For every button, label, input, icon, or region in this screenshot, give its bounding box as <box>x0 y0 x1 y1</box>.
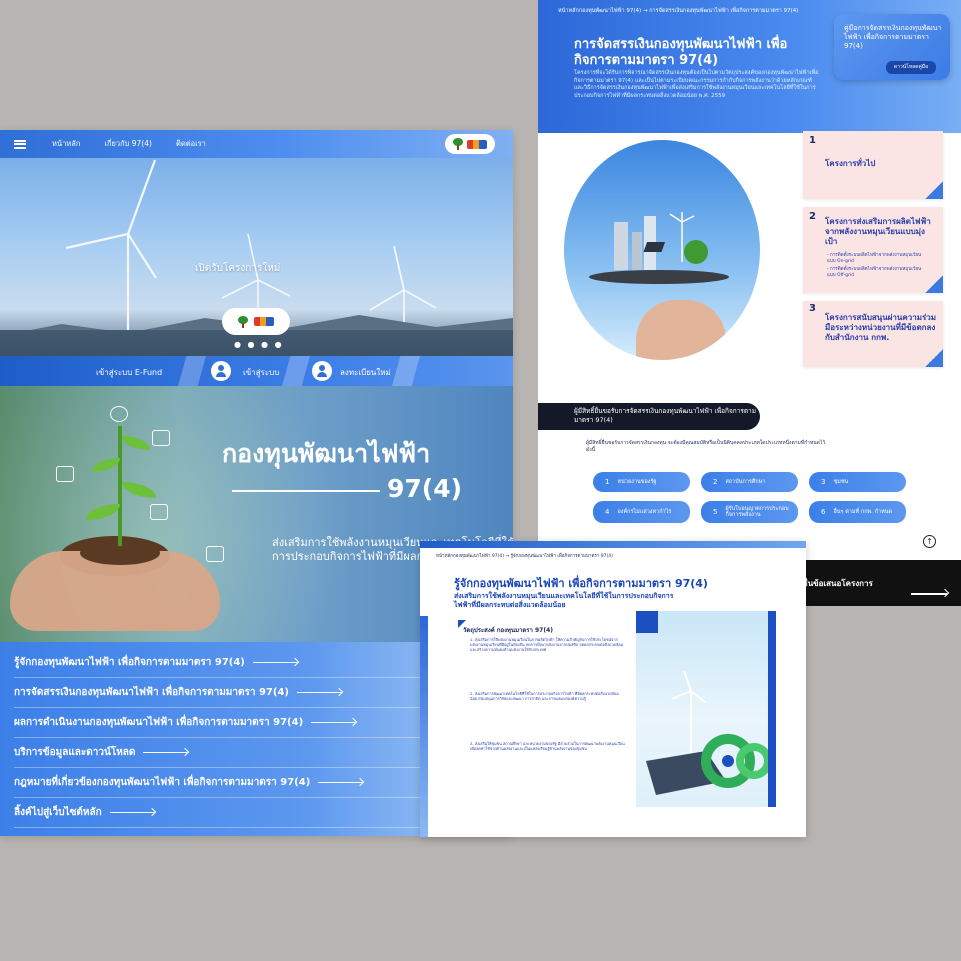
nav-about[interactable]: เกี่ยวกับ 97(4) <box>104 138 152 150</box>
user-add-icon <box>312 361 332 381</box>
nav-home[interactable]: หน้าหลัก <box>52 138 80 150</box>
divider <box>392 356 420 386</box>
arrow-right-icon <box>318 781 363 784</box>
allocation-header: หน้าหลักกองทุนพัฒนาไฟฟ้า 97(4) → การจัดส… <box>538 0 961 133</box>
wind-turbine-icon <box>152 430 170 446</box>
carousel-dots[interactable]: ● ● ● ● <box>234 340 284 349</box>
manual-title: คู่มือการจัดสรรเงินกองทุนพัฒนาไฟฟ้า เพื่… <box>844 24 942 50</box>
arrow-corner-icon <box>925 349 943 367</box>
divider <box>178 356 206 386</box>
action-bar: เข้าสู่ระบบ E-Fund เข้าสู่ระบบ ลงทะเบียน… <box>0 356 513 386</box>
tray <box>589 270 729 284</box>
plug-icon <box>206 546 224 562</box>
erc-logo-icon <box>254 317 274 326</box>
arrow-corner-icon <box>925 275 943 293</box>
page-subtitle: ส่งเสริมการใช้พลังงานหมุนเวียนและเทคโนโล… <box>454 592 674 609</box>
renewable-energy-image <box>636 611 776 807</box>
eligible-heading: ผู้มีสิทธิ์ยื่นขอรับการจัดสรรเงินกองทุนพ… <box>538 403 760 430</box>
breadcrumb[interactable]: หน้าหลักกองทุนพัฒนาไฟฟ้า 97(4) → รู้จักก… <box>436 552 613 559</box>
efund-login-link[interactable]: เข้าสู่ระบบ E-Fund <box>96 366 162 379</box>
city-on-hand-image <box>564 140 760 360</box>
eligible-item-2[interactable]: 2 สถาบันการศึกษา <box>701 472 798 492</box>
back-to-top-button[interactable]: ↑ <box>923 535 936 548</box>
user-icon <box>211 361 231 381</box>
objective-2: 2. ส่งเสริมการพัฒนาเทคโนโลยีที่ใช้ในการป… <box>470 691 619 702</box>
program-card-1[interactable]: 1 โครงการทั่วไป <box>803 131 943 199</box>
download-manual-button[interactable]: ดาวน์โหลดคู่มือ <box>886 61 936 74</box>
allocation-page-panel: หน้าหลักกองทุนพัฒนาไฟฟ้า 97(4) → การจัดส… <box>538 0 961 605</box>
side-accent <box>420 616 428 837</box>
page-title: การจัดสรรเงินกองทุนพัฒนาไฟฟ้า เพื่อกิจกา… <box>574 37 788 68</box>
eligible-item-1[interactable]: 1 หน่วยงานของรัฐ <box>593 472 690 492</box>
hero-logo <box>222 308 290 335</box>
menu-item-results[interactable]: ผลการดำเนินงานกองทุนพัฒนาไฟฟ้า เพื่อกิจก… <box>14 708 420 738</box>
top-strip <box>420 541 806 548</box>
objective-1: 1. ส่งเสริมการใช้พลังงานหมุนเวียนในการผล… <box>470 637 624 653</box>
house-icon <box>150 504 168 520</box>
menu-item-allocation[interactable]: การจัดสรรเงินกองทุนพัฒนาไฟฟ้า เพื่อกิจกา… <box>14 678 420 708</box>
arrow-right-icon <box>911 593 947 595</box>
menu-item-downloads[interactable]: บริการข้อมูลและดาวน์โหลด <box>14 738 420 768</box>
solar-panel-icon <box>56 466 74 482</box>
city-illustration <box>614 212 708 270</box>
divider <box>282 356 310 386</box>
arrow-right-icon <box>252 661 297 664</box>
site-logo[interactable] <box>445 134 495 154</box>
eligible-item-5[interactable]: 5 ผู้รับใบอนุญาตการประกอบกิจการพลังงาน <box>701 501 798 523</box>
page-title: รู้จักกองทุนพัฒนาไฟฟ้า เพื่อกิจการตามมาต… <box>454 577 708 590</box>
hero-title: เปิดรับโครงการใหม่ <box>195 263 281 274</box>
program-card-2[interactable]: 2 โครงการส่งเสริมการผลิตไฟฟ้าจากพลังงานห… <box>803 207 943 293</box>
fund-title-number: 97(4) <box>387 474 463 503</box>
about-page-panel: หน้าหลักกองทุนพัฒนาไฟฟ้า 97(4) → รู้จักก… <box>420 541 806 837</box>
menu-item-about[interactable]: รู้จักกองทุนพัฒนาไฟฟ้า เพื่อกิจการตามมาต… <box>14 648 420 678</box>
login-link[interactable]: เข้าสู่ระบบ <box>243 366 279 379</box>
nav-contact[interactable]: ติดต่อเรา <box>176 138 206 150</box>
tree-logo-icon <box>453 138 463 150</box>
erc-logo-icon <box>467 139 487 149</box>
arrow-corner-icon <box>925 181 943 199</box>
seedling-stem <box>118 426 122 546</box>
arrow-right-icon <box>143 751 188 754</box>
blue-accent-square <box>636 611 658 633</box>
eligible-item-3[interactable]: 3 ชุมชน <box>809 472 906 492</box>
eligible-item-4[interactable]: 4 องค์กรไม่แสวงหากำไร <box>593 501 690 523</box>
menu-item-main-site[interactable]: ลิ้งค์ไปสู่เว็บไซต์หลัก <box>14 798 420 828</box>
renewable-illustration <box>646 671 768 795</box>
objective-3: 3. ส่งเสริมให้ชุมชน สถานศึกษา และหน่วยงา… <box>470 741 625 752</box>
tree-logo-icon <box>238 315 248 328</box>
title-rule <box>232 490 380 492</box>
program-card-3[interactable]: 3 โครงการสนับสนุนผ่านความร่วมมือระหว่างห… <box>803 301 943 367</box>
arrow-right-icon <box>296 691 341 694</box>
hero-section: หน้าหลัก เกี่ยวกับ 97(4) ติดต่อเรา เปิดร… <box>0 130 513 386</box>
hand <box>636 300 726 360</box>
eligible-item-6[interactable]: 6 อื่นๆ ตามที่ กกพ. กำหนด <box>809 501 906 523</box>
arrow-right-icon <box>311 721 356 724</box>
menu-item-law[interactable]: กฎหมายที่เกี่ยวข้องกองทุนพัฒนาไฟฟ้า เพื่… <box>14 768 420 798</box>
manual-card: คู่มือการจัดสรรเงินกองทุนพัฒนาไฟฟ้า เพื่… <box>834 14 950 80</box>
register-link[interactable]: ลงทะเบียนใหม่ <box>340 366 391 379</box>
breadcrumb[interactable]: หน้าหลักกองทุนพัฒนาไฟฟ้า 97(4) → การจัดส… <box>558 7 798 15</box>
eligible-description: ผู้มีสิทธิ์ยื่นขอรับการจัดสรรเงินกองทุน … <box>586 440 826 453</box>
fund-title: กองทุนพัฒนาไฟฟ้า <box>222 439 431 468</box>
top-nav: หน้าหลัก เกี่ยวกับ 97(4) ติดต่อเรา <box>0 130 513 158</box>
lightbulb-icon <box>110 406 128 422</box>
arrow-right-icon <box>109 811 154 814</box>
page-intro: โครงการที่จะได้รับการพิจารณาจัดสรรเงินกอ… <box>574 70 819 99</box>
objectives-title: วัตถุประสงค์ กองทุนมาตรา 97(4) <box>463 627 553 634</box>
submit-proposal-link[interactable]: ยื่นข้อเสนอโครงการ <box>803 577 873 590</box>
menu-icon[interactable] <box>14 139 26 149</box>
